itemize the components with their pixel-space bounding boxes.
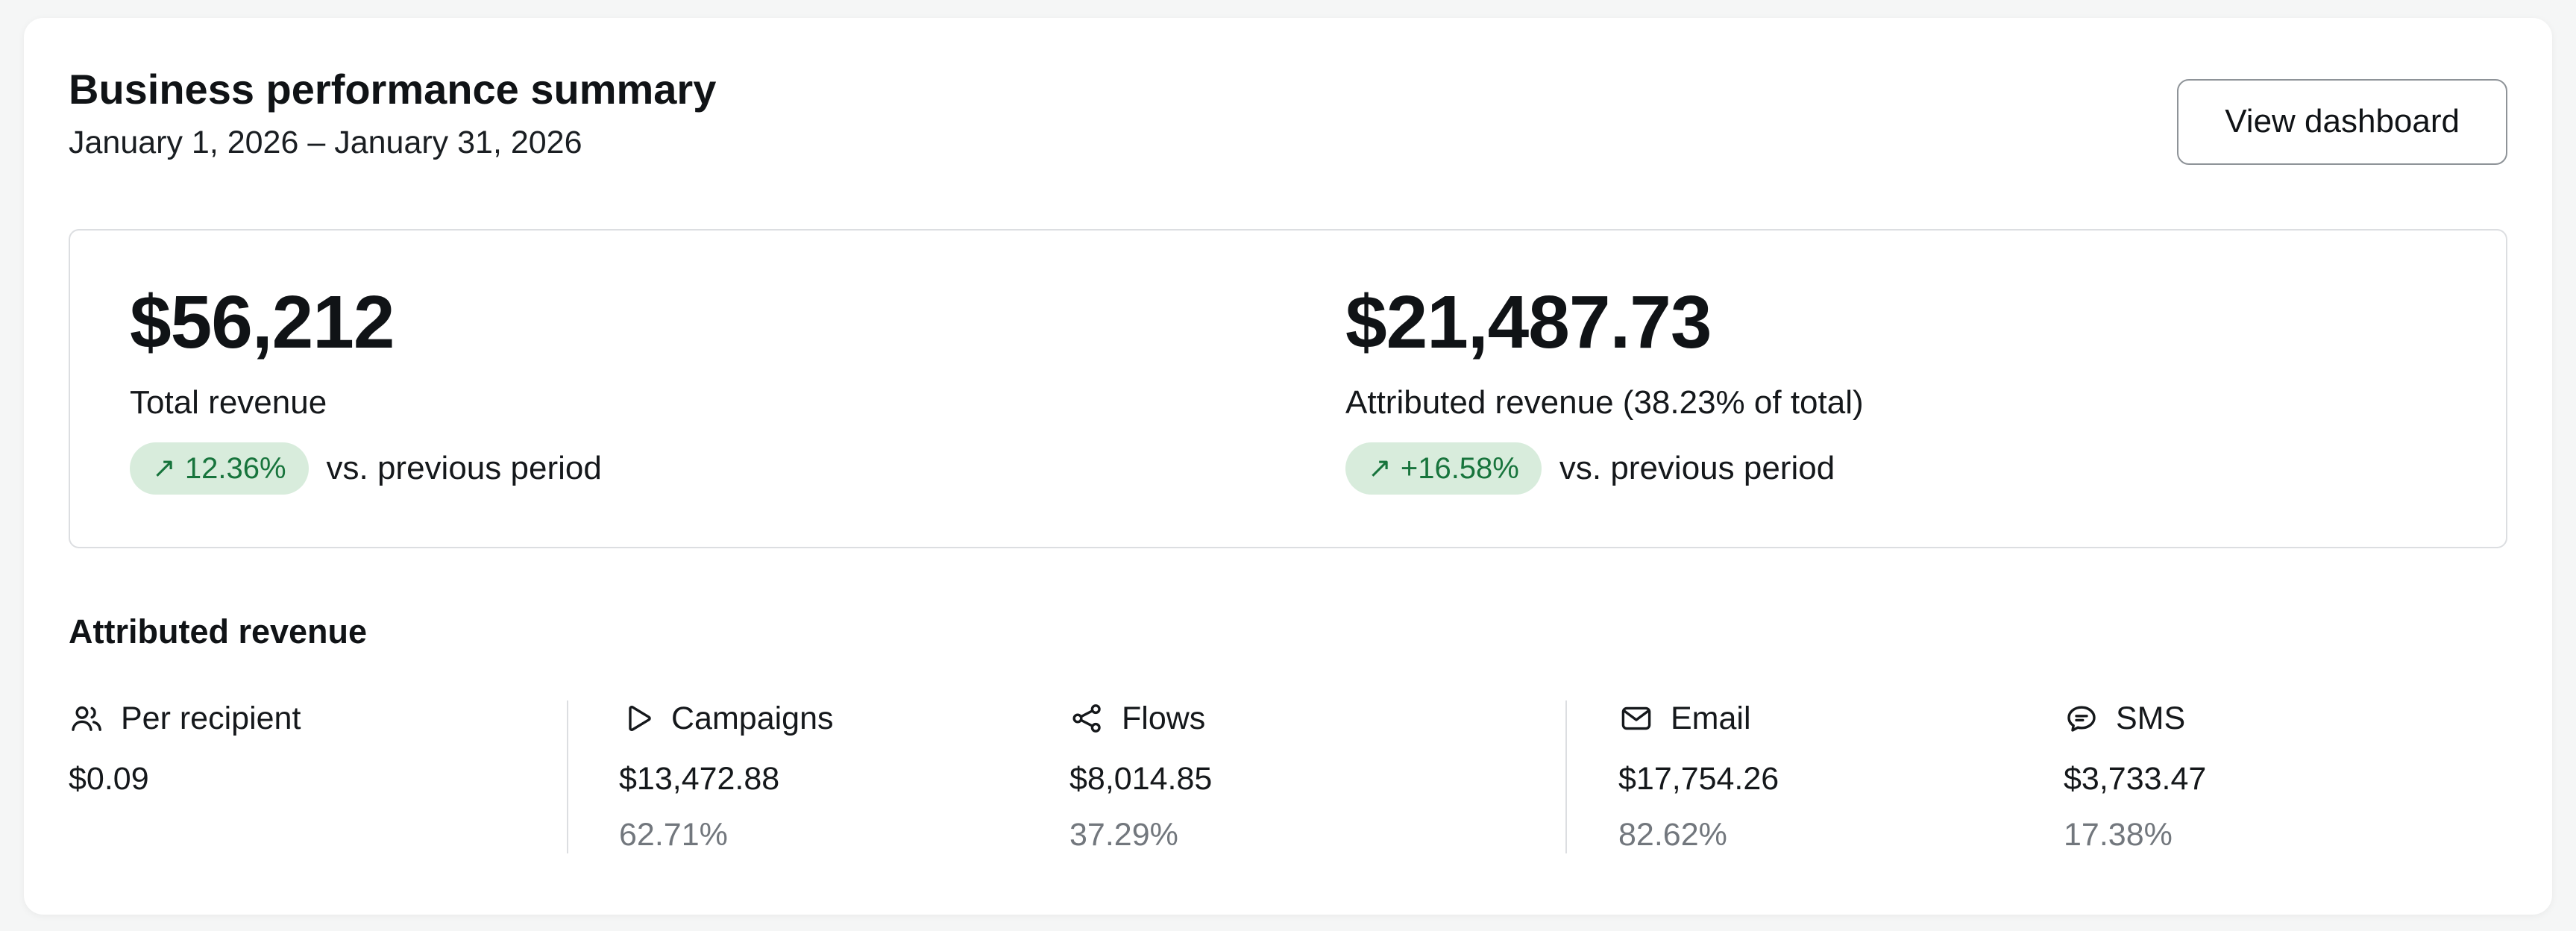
stat-sms: SMS $3,733.47 17.38% [2064,700,2507,853]
stat-flows: Flows $8,014.85 37.29% [1069,700,1565,853]
vertical-divider [1565,700,1567,853]
stat-head: Flows [1069,700,1565,737]
total-revenue-change-row: ↗ 12.36% vs. previous period [130,442,1345,495]
stat-value: $8,014.85 [1069,761,1565,797]
stat-percent: 17.38% [2064,817,2507,853]
stat-head: SMS [2064,700,2507,737]
play-icon [619,700,655,736]
attributed-revenue-metric: $21,487.73 Attributed revenue (38.23% of… [1345,284,2446,495]
stat-value: $3,733.47 [2064,761,2507,797]
trend-up-icon: ↗ [1368,454,1392,483]
stat-label: Per recipient [121,700,301,737]
total-revenue-comparison-note: vs. previous period [327,450,602,487]
total-revenue-metric: $56,212 Total revenue ↗ 12.36% vs. previ… [130,284,1345,495]
stat-percent: 82.62% [1618,817,2064,853]
page-background: { "header": { "title": "Business perform… [0,0,2576,931]
stat-value: $17,754.26 [1618,761,2064,797]
total-revenue-label: Total revenue [130,384,1345,421]
flows-icon [1069,700,1105,736]
attributed-revenue-heading: Attributed revenue [69,612,2507,651]
sms-icon [2064,700,2099,736]
revenue-summary-panel: $56,212 Total revenue ↗ 12.36% vs. previ… [69,229,2507,548]
stat-label: Flows [1122,700,1205,737]
total-revenue-change-value: 12.36% [185,450,286,487]
attributed-revenue-change-value: +16.58% [1401,450,1519,487]
stat-value: $0.09 [69,761,567,797]
attributed-revenue-comparison-note: vs. previous period [1559,450,1835,487]
stat-head: Email [1618,700,2064,737]
stat-label: Email [1671,700,1751,737]
stat-email: Email $17,754.26 82.62% [1618,700,2064,853]
attributed-revenue-label: Attributed revenue (38.23% of total) [1345,384,2446,421]
total-revenue-change-badge: ↗ 12.36% [130,442,309,495]
email-icon [1618,700,1654,736]
view-dashboard-button[interactable]: View dashboard [2177,79,2507,165]
stat-percent: 37.29% [1069,817,1565,853]
people-icon [69,700,104,736]
vertical-divider [567,700,568,853]
stat-per-recipient: Per recipient $0.09 [69,700,567,853]
stat-value: $13,472.88 [619,761,1069,797]
attributed-revenue-value: $21,487.73 [1345,284,2446,360]
attributed-revenue-change-row: ↗ +16.58% vs. previous period [1345,442,2446,495]
summary-card: Business performance summary January 1, … [24,18,2552,915]
stat-head: Campaigns [619,700,1069,737]
attributed-revenue-change-badge: ↗ +16.58% [1345,442,1542,495]
stat-percent: 62.71% [619,817,1069,853]
stat-label: SMS [2116,700,2185,737]
header-text-block: Business performance summary January 1, … [69,64,716,161]
stat-label: Campaigns [671,700,834,737]
total-revenue-value: $56,212 [130,284,1345,360]
card-header: Business performance summary January 1, … [69,64,2507,165]
stat-head: Per recipient [69,700,567,737]
attributed-stats-row: Per recipient $0.09 Campaigns $13,472.88… [69,700,2507,853]
stat-campaigns: Campaigns $13,472.88 62.71% [619,700,1069,853]
trend-up-icon: ↗ [152,454,176,483]
date-range: January 1, 2026 – January 31, 2026 [69,125,716,161]
page-title: Business performance summary [69,64,716,114]
